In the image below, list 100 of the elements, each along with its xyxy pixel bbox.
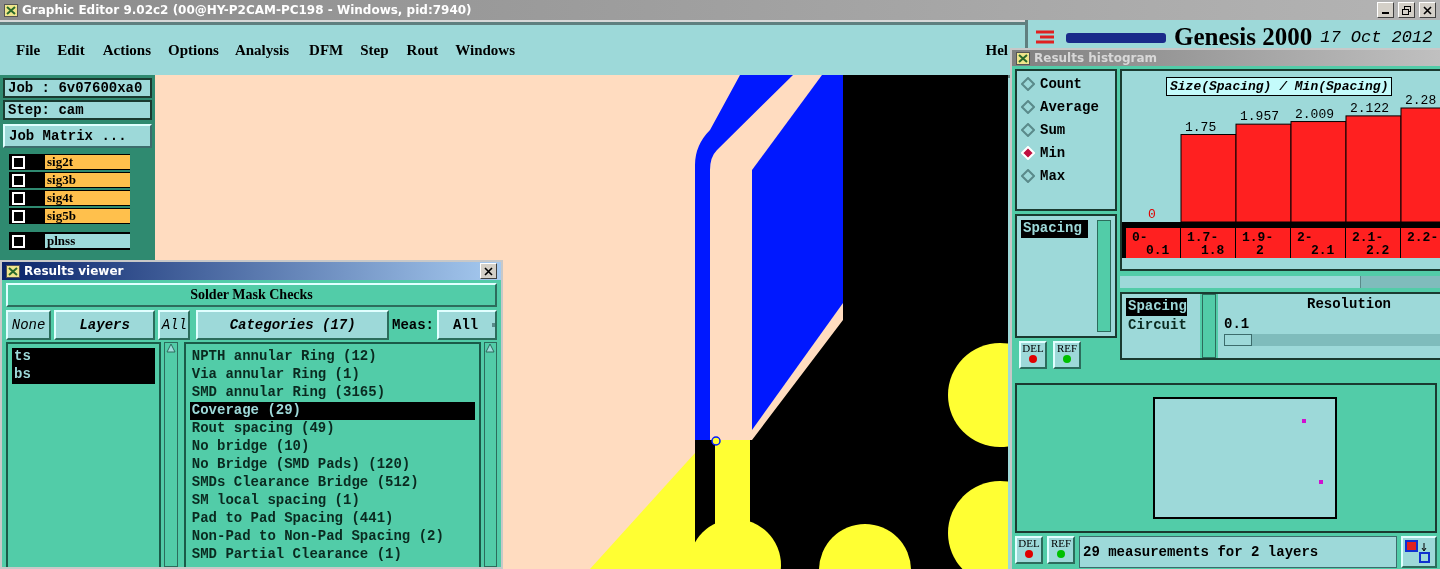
- layer-item[interactable]: sig4t: [45, 191, 130, 205]
- bar-value: 2.28: [1405, 93, 1437, 109]
- slider-thumb[interactable]: [1224, 334, 1252, 347]
- scrollbar[interactable]: [483, 342, 497, 567]
- view-toggle-button[interactable]: [1401, 536, 1437, 568]
- close-button[interactable]: [480, 263, 497, 279]
- layer-checkbox[interactable]: [12, 173, 25, 187]
- category-item[interactable]: No Bridge (SMD Pads) (120): [189, 456, 475, 474]
- layers-button[interactable]: Layers: [54, 310, 156, 340]
- radio[interactable]: [1021, 77, 1035, 92]
- x-tick-label: 1.9- 2: [1242, 230, 1274, 259]
- category-item[interactable]: Via annular Ring (1): [189, 366, 475, 384]
- app-icon: [1016, 51, 1030, 65]
- x-tick-label: 1.7- 1.8: [1187, 230, 1225, 259]
- radio[interactable]: [1021, 123, 1035, 138]
- x-tick-label: 2.2-: [1407, 230, 1439, 246]
- group-button[interactable]: Solder Mask Checks: [6, 283, 497, 307]
- layer-item[interactable]: sig5b: [45, 209, 130, 223]
- product-name: Genesis 2000: [1174, 23, 1313, 51]
- layer-checkbox[interactable]: [12, 191, 25, 205]
- chart-title: Size(Spacing) / Min(Spacing): [1166, 77, 1393, 97]
- arrow-up-icon[interactable]: [485, 343, 496, 353]
- restore-button[interactable]: [1398, 2, 1415, 18]
- categories-button[interactable]: Categories (17): [196, 310, 389, 340]
- refresh-button[interactable]: REF: [1053, 341, 1081, 370]
- select-none-button[interactable]: None: [6, 310, 52, 340]
- date-text: 17 Oct 2012: [1320, 27, 1433, 47]
- bar-value: 0: [1148, 207, 1156, 223]
- layer-item[interactable]: ts: [12, 348, 156, 366]
- scrollbar[interactable]: [1097, 220, 1111, 333]
- menu-item[interactable]: Rout: [406, 41, 439, 59]
- category-item[interactable]: No bridge (10): [189, 438, 475, 456]
- scrollbar[interactable]: [1202, 294, 1216, 359]
- mode-label: Sum: [1040, 122, 1066, 139]
- measure-item[interactable]: Circuit: [1126, 317, 1187, 336]
- step-label: Step: cam: [3, 100, 152, 120]
- app-icon: [6, 264, 20, 278]
- scrollbar[interactable]: [164, 342, 178, 567]
- arrow-up-icon[interactable]: [166, 343, 177, 353]
- job-matrix-button[interactable]: Job Matrix ...: [3, 124, 152, 148]
- category-item[interactable]: SM local spacing (1): [189, 492, 475, 510]
- layer-checkbox[interactable]: [12, 234, 25, 248]
- menu-item[interactable]: Options: [168, 41, 219, 59]
- category-item[interactable]: SMDs Clearance Bridge (512): [189, 474, 475, 492]
- bin-label: 1.7- 1.8: [1181, 228, 1235, 259]
- radio[interactable]: [1021, 169, 1035, 184]
- measure-item[interactable]: Spacing: [1126, 298, 1187, 317]
- resolution-value: 0.1: [1224, 316, 1251, 333]
- delete-button[interactable]: DEL: [1015, 536, 1043, 564]
- menu-item[interactable]: Edit: [57, 41, 85, 59]
- bin-label: 2- 2.1: [1291, 228, 1345, 259]
- bin-label: 1.9- 2: [1236, 228, 1290, 259]
- meas-dropdown[interactable]: All: [437, 310, 497, 340]
- layer-item[interactable]: sig3b: [45, 173, 130, 187]
- resolution-label: Resolution: [1306, 296, 1392, 313]
- mode-label: Max: [1040, 168, 1066, 185]
- category-item[interactable]: Non-Pad to Non-Pad Spacing (2): [189, 528, 475, 546]
- menu-item[interactable]: Windows: [455, 41, 515, 59]
- close-button[interactable]: [1419, 2, 1436, 18]
- radio-selected[interactable]: [1021, 146, 1035, 161]
- refresh-button[interactable]: REF: [1047, 536, 1075, 564]
- window-title: Results histogram: [1034, 51, 1158, 66]
- minimize-button[interactable]: [1377, 2, 1394, 18]
- bar-value: 1.75: [1185, 119, 1217, 135]
- category-item[interactable]: Pad to Pad Spacing (441): [189, 510, 475, 528]
- category-item[interactable]: SMD Partial Clearance (1): [189, 546, 475, 564]
- scrollbar[interactable]: [1120, 276, 1440, 289]
- category-item[interactable]: Coverage (29): [189, 402, 475, 420]
- menu-item[interactable]: Analysis: [234, 41, 290, 59]
- layer-checkbox[interactable]: [12, 209, 25, 223]
- resolution-slider[interactable]: [1224, 334, 1440, 347]
- window-title: Results viewer: [24, 264, 124, 278]
- close-icon: [1423, 5, 1432, 15]
- menu-item[interactable]: Hel: [985, 41, 1008, 59]
- bar-value: 1.957: [1240, 109, 1279, 125]
- layer-checkbox[interactable]: [12, 155, 25, 169]
- x-tick-label: 2.1- 2.2: [1352, 230, 1390, 259]
- layer-item[interactable]: bs: [12, 366, 156, 384]
- select-all-button[interactable]: All: [158, 310, 191, 340]
- delete-button[interactable]: DEL: [1019, 341, 1047, 370]
- bar-value: 2.122: [1350, 101, 1389, 117]
- x-tick-label: 2- 2.1: [1297, 230, 1335, 259]
- x-tick-label: 0- 0.1: [1132, 230, 1170, 259]
- category-item[interactable]: Rout spacing (49): [189, 420, 475, 438]
- menu-item[interactable]: Step: [360, 41, 389, 59]
- status-text: 29 measurements for 2 layers: [1079, 536, 1397, 568]
- menu-item[interactable]: File: [16, 41, 41, 59]
- meas-label: Meas:: [392, 317, 434, 333]
- layer-item[interactable]: sig2t: [45, 155, 130, 169]
- restore-icon: [1402, 5, 1411, 15]
- menu-item[interactable]: Actions: [102, 41, 151, 59]
- bin-label: 2.1- 2.2: [1346, 228, 1400, 259]
- attribute-item[interactable]: Spacing: [1021, 220, 1088, 239]
- category-item[interactable]: NPTH annular Ring (12): [189, 348, 475, 366]
- bin-label: 2.2-: [1401, 228, 1440, 259]
- category-item[interactable]: SMD annular Ring (3165): [189, 384, 475, 402]
- mode-label: Count: [1040, 76, 1082, 93]
- layer-item[interactable]: plnss: [45, 234, 130, 248]
- radio[interactable]: [1021, 100, 1035, 115]
- menu-item[interactable]: DFM: [309, 41, 344, 59]
